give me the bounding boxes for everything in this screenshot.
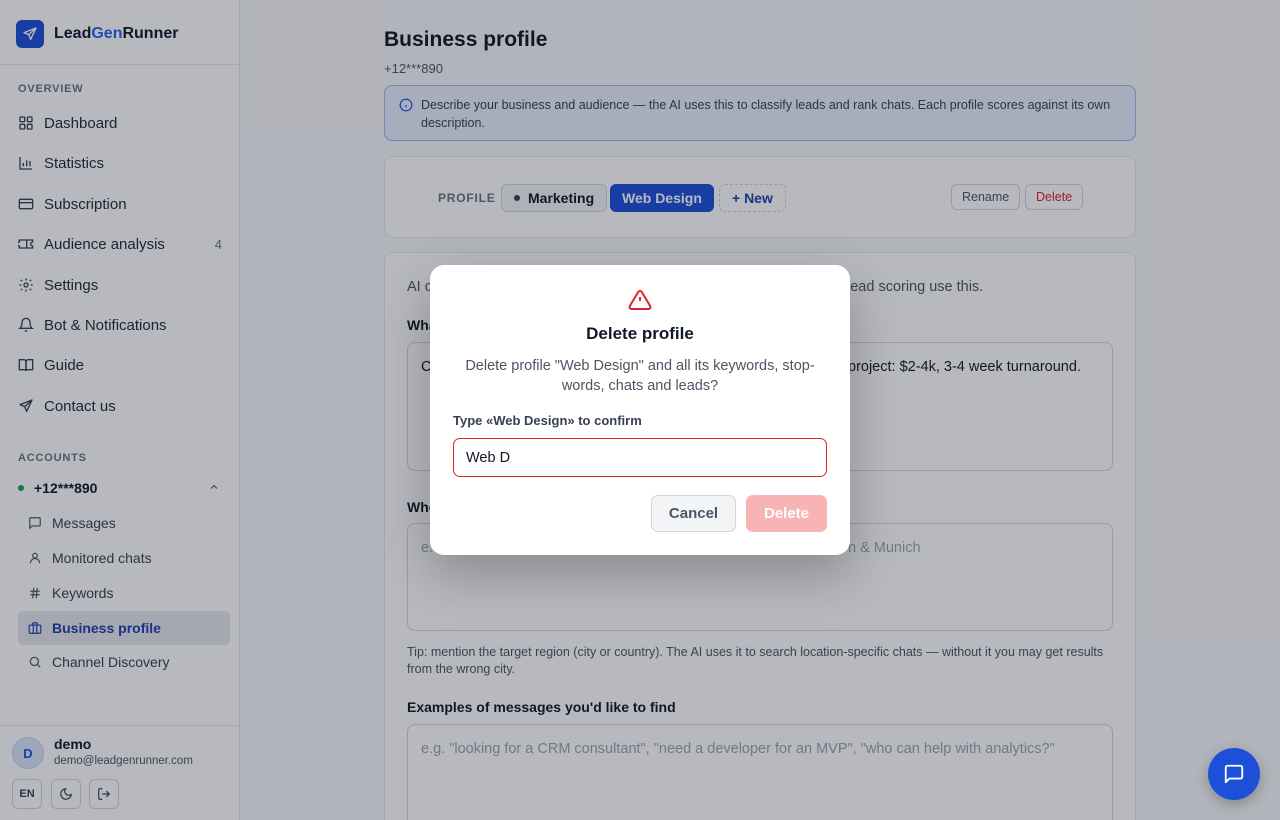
chat-support-button[interactable]: [1208, 748, 1260, 800]
cancel-button[interactable]: Cancel: [651, 495, 736, 532]
dialog-description: Delete profile "Web Design" and all its …: [465, 358, 815, 394]
dialog-title: Delete profile: [586, 324, 694, 343]
delete-profile-dialog: Delete profile Delete profile "Web Desig…: [430, 265, 850, 555]
confirm-name-input[interactable]: [453, 438, 827, 477]
confirm-delete-button[interactable]: Delete: [746, 495, 827, 532]
confirm-label: Type «Web Design» to confirm: [453, 413, 642, 428]
warning-icon: [628, 289, 652, 310]
chat-icon: [1224, 764, 1244, 784]
